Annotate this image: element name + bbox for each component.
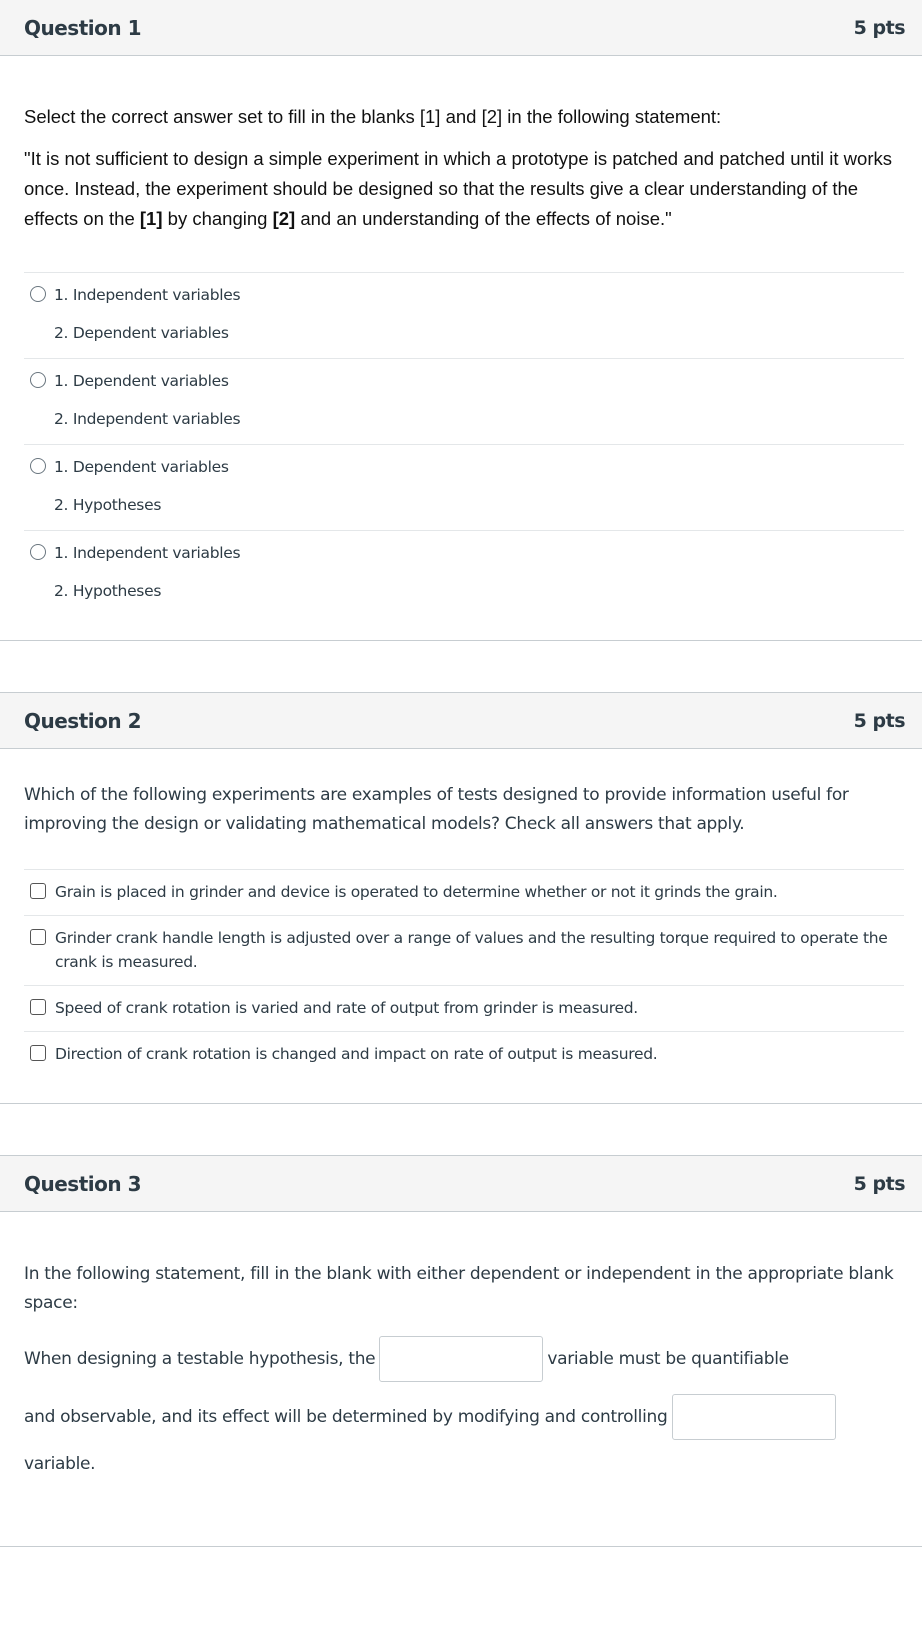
question-points: 5 pts: [853, 709, 906, 732]
answer-line-2: 2. Hypotheses: [54, 496, 162, 514]
question-title: Question 2: [24, 708, 141, 733]
question-prompt: Select the correct answer set to fill in…: [24, 102, 904, 234]
question-prompt: Which of the following experiments are e…: [24, 785, 849, 834]
question-3: Question 3 5 pts In the following statem…: [0, 1156, 922, 1547]
question-2: Question 2 5 pts Which of the following …: [0, 693, 922, 1104]
answer-line-2: 2. Hypotheses: [54, 582, 162, 600]
fill-blank-line-3: variable.: [24, 1454, 904, 1474]
statement-text: When designing a testable hypothesis, th…: [24, 1349, 376, 1369]
answer-list: Grain is placed in grinder and device is…: [24, 869, 904, 1077]
answer-option[interactable]: Direction of crank rotation is changed a…: [24, 1031, 904, 1077]
answer-line-1: 1. Independent variables: [54, 286, 241, 304]
answer-line-2: 2. Independent variables: [54, 410, 241, 428]
prompt-quote: "It is not sufficient to design a simple…: [24, 144, 904, 234]
question-body: Which of the following experiments are e…: [0, 749, 922, 1103]
question-prompt: In the following statement, fill in the …: [24, 1264, 894, 1313]
question-header: Question 1 5 pts: [0, 0, 922, 56]
answer-option[interactable]: 1. Independent variables 2. Hypotheses: [24, 530, 904, 616]
question-header: Question 3 5 pts: [0, 1156, 922, 1212]
fill-blank-line-1: When designing a testable hypothesis, th…: [24, 1336, 904, 1382]
question-separator: [0, 1104, 922, 1156]
answer-option[interactable]: Grain is placed in grinder and device is…: [24, 869, 904, 915]
checkbox[interactable]: [30, 883, 46, 899]
prompt-intro: Select the correct answer set to fill in…: [24, 106, 722, 127]
question-points: 5 pts: [853, 16, 906, 39]
answer-option[interactable]: 1. Dependent variables 2. Hypotheses: [24, 444, 904, 530]
checkbox[interactable]: [30, 999, 46, 1015]
question-points: 5 pts: [853, 1172, 906, 1195]
radio-button[interactable]: [30, 372, 46, 388]
question-title: Question 3: [24, 1171, 141, 1196]
question-title: Question 1: [24, 15, 141, 40]
answer-label: Grinder crank handle length is adjusted …: [55, 929, 888, 971]
answer-option[interactable]: Speed of crank rotation is varied and ra…: [24, 985, 904, 1031]
answer-line-2: 2. Dependent variables: [54, 324, 229, 342]
answer-label: Direction of crank rotation is changed a…: [55, 1045, 658, 1063]
answer-label: Grain is placed in grinder and device is…: [55, 883, 778, 901]
statement-text: variable must be quantifiable: [547, 1349, 789, 1369]
radio-button[interactable]: [30, 458, 46, 474]
blank-input-1[interactable]: [379, 1336, 544, 1382]
radio-button[interactable]: [30, 544, 46, 560]
statement-text: and observable, and its effect will be d…: [24, 1407, 668, 1427]
blank-input-2[interactable]: [671, 1394, 836, 1440]
radio-button[interactable]: [30, 286, 46, 302]
quote-text: and an understanding of the effects of n…: [295, 208, 672, 229]
question-header: Question 2 5 pts: [0, 693, 922, 749]
statement-text: variable.: [24, 1454, 96, 1474]
checkbox[interactable]: [30, 1045, 46, 1061]
question-1: Question 1 5 pts Select the correct answ…: [0, 0, 922, 641]
question-body: In the following statement, fill in the …: [0, 1212, 922, 1546]
quote-text: by changing: [162, 208, 273, 229]
answer-list: 1. Independent variables 2. Dependent va…: [24, 272, 904, 616]
answer-option[interactable]: 1. Dependent variables 2. Independent va…: [24, 358, 904, 444]
answer-line-1: 1. Dependent variables: [54, 372, 229, 390]
answer-option[interactable]: Grinder crank handle length is adjusted …: [24, 915, 904, 985]
answer-line-1: 1. Dependent variables: [54, 458, 229, 476]
answer-option[interactable]: 1. Independent variables 2. Dependent va…: [24, 272, 904, 358]
question-separator: [0, 641, 922, 693]
fill-blank-line-2: and observable, and its effect will be d…: [24, 1394, 904, 1440]
blank-marker-2: [2]: [272, 208, 296, 229]
checkbox[interactable]: [30, 929, 46, 945]
answer-line-1: 1. Independent variables: [54, 544, 241, 562]
answer-label: Speed of crank rotation is varied and ra…: [55, 999, 638, 1017]
question-body: Select the correct answer set to fill in…: [0, 56, 922, 640]
blank-marker-1: [1]: [139, 208, 163, 229]
